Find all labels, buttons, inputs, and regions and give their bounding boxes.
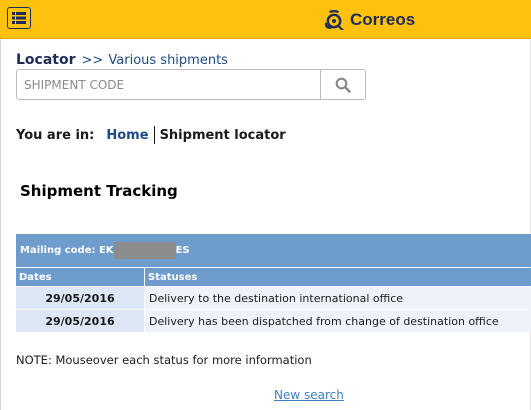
locator-subtitle: Various shipments [108,53,228,68]
top-header-bar: Correos [0,0,531,39]
shipment-search-box [16,69,366,100]
locator-heading: Locator >> Various shipments [16,49,228,68]
column-header-statuses: Statuses [145,268,531,286]
mailing-code-bar: Mailing code: EK ES [16,234,531,267]
brand-logo-link[interactable]: Correos [322,8,415,32]
brand-name: Correos [350,10,416,29]
locator-title: Locator [16,52,76,68]
redacted-code-block [113,242,176,259]
table-header-row: Dates Statuses [16,268,531,286]
list-icon [12,12,26,24]
row-status[interactable]: Delivery to the destination internationa… [145,287,531,309]
row-date: 29/05/2016 [16,310,144,332]
page-title: Shipment Tracking [20,182,178,200]
menu-button[interactable] [7,7,31,29]
shipment-code-input[interactable] [18,71,318,98]
page-border-left [0,0,1,410]
column-header-dates: Dates [16,268,144,286]
tracking-table: Mailing code: EK ES Dates Statuses 29/05/… [16,234,531,332]
mailing-code-suffix: ES [175,245,190,256]
new-search-link[interactable]: New search [274,388,344,402]
breadcrumb-label: You are in: [16,127,95,143]
search-icon [335,77,351,93]
locator-separator: >> [81,53,104,68]
post-horn-icon [324,10,344,30]
breadcrumb: You are in: Home Shipment locator [16,126,286,144]
row-date: 29/05/2016 [16,287,144,309]
mailing-code-label: Mailing code: [20,245,96,256]
breadcrumb-divider [153,126,155,144]
row-status[interactable]: Delivery has been dispatched from change… [145,310,531,332]
breadcrumb-home-link[interactable]: Home [106,128,148,143]
mouseover-note: NOTE: Mouseover each status for more inf… [16,353,312,367]
breadcrumb-current: Shipment locator [159,127,286,143]
table-row: 29/05/2016 Delivery to the destination i… [16,287,531,309]
mailing-code-prefix: EK [98,245,114,256]
search-button[interactable] [320,70,365,99]
table-row: 29/05/2016 Delivery has been dispatched … [16,310,531,332]
